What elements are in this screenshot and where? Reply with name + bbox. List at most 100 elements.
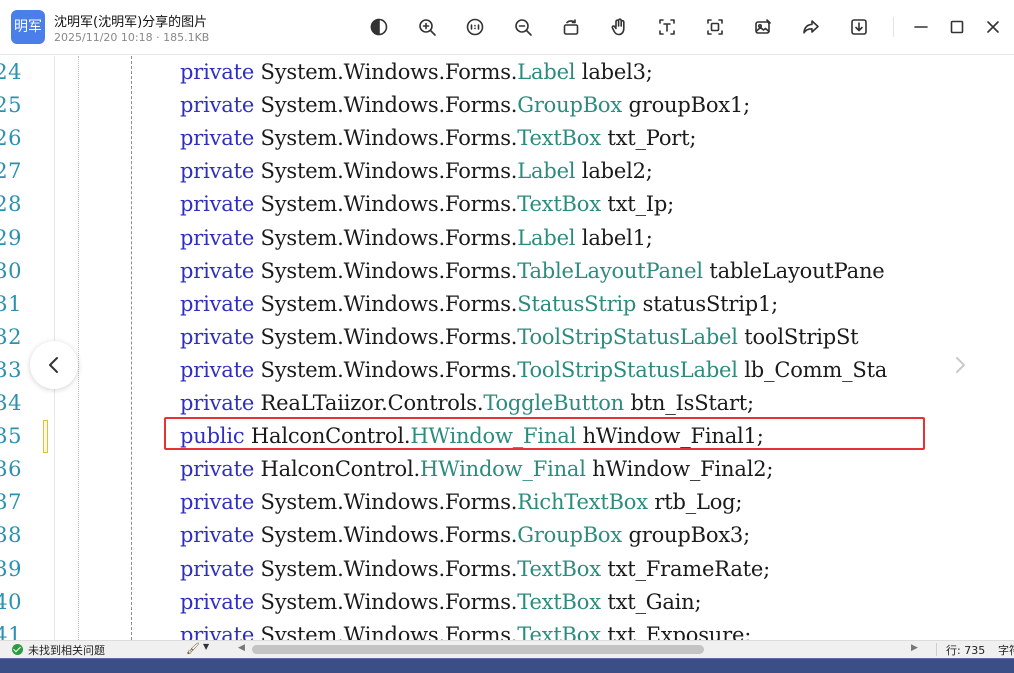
code-editor[interactable]: 24 25 26 27 28 29 30 31 32 33 34 35 36 37 38 39 40 41 priv… xyxy=(0,56,1014,640)
code-text: System.Windows.Forms. xyxy=(254,490,518,515)
code-type: RichTextBox xyxy=(517,490,648,515)
indent-guide xyxy=(78,56,79,640)
scrollbar-thumb[interactable] xyxy=(252,645,704,654)
file-meta: 2025/11/20 10:18 · 185.1KB xyxy=(54,31,210,44)
code-line[interactable]: private System.Windows.Forms.TextBox txt… xyxy=(180,192,674,216)
code-text: System.Windows.Forms. xyxy=(254,589,518,614)
code-type: HWindow_Final xyxy=(419,457,586,482)
code-type: TextBox xyxy=(517,556,601,581)
actual-size-icon[interactable] xyxy=(463,15,487,39)
line-number: 31 xyxy=(0,291,22,316)
line-number: 28 xyxy=(0,192,22,217)
code-text: rtb_Log; xyxy=(647,490,743,515)
line-number: 41 xyxy=(0,622,22,640)
code-keyword: private xyxy=(180,60,255,84)
line-number: 26 xyxy=(0,126,22,151)
line-number: 29 xyxy=(0,225,22,250)
code-text: System.Windows.Forms. xyxy=(254,126,518,151)
code-line[interactable]: private System.Windows.Forms.ToolStripSt… xyxy=(180,358,887,382)
code-text: tableLayoutPane xyxy=(702,258,885,283)
code-line[interactable]: private System.Windows.Forms.Label label… xyxy=(180,226,653,250)
code-text: txt_Ip; xyxy=(600,192,674,217)
code-text: System.Windows.Forms. xyxy=(254,357,518,382)
code-text: System.Windows.Forms. xyxy=(254,192,518,217)
circle-half-icon[interactable] xyxy=(367,15,391,39)
code-text: ReaLTaiizor.Controls. xyxy=(254,391,484,415)
code-type: GroupBox xyxy=(517,523,623,548)
previous-image-button[interactable] xyxy=(30,341,78,389)
code-text: txt_Gain; xyxy=(600,589,702,614)
code-line[interactable]: private System.Windows.Forms.TextBox txt… xyxy=(180,589,702,614)
share-icon[interactable] xyxy=(799,15,823,39)
download-icon[interactable] xyxy=(847,15,871,39)
line-number: 33 xyxy=(0,357,22,382)
issues-status[interactable]: 未找到相关问题 xyxy=(28,642,105,658)
code-keyword: public xyxy=(180,424,245,449)
code-keyword: private xyxy=(180,556,255,581)
code-line[interactable]: private ReaLTaiizor.Controls.ToggleButto… xyxy=(180,391,754,415)
line-number: 39 xyxy=(0,556,22,581)
line-number: 35 xyxy=(0,424,22,449)
code-line[interactable]: private HalconControl.HWindow_Final hWin… xyxy=(180,457,773,481)
highlighted-code-line[interactable]: public HalconControl.HWindow_Final hWind… xyxy=(180,424,764,448)
code-text: statusStrip1; xyxy=(636,291,779,316)
code-text: System.Windows.Forms. xyxy=(254,225,518,250)
code-keyword: private xyxy=(180,291,255,316)
code-text: hWindow_Final1; xyxy=(576,424,764,449)
code-keyword: private xyxy=(180,622,255,640)
code-line[interactable]: private System.Windows.Forms.GroupBox gr… xyxy=(180,93,750,117)
scroll-left-icon[interactable]: ◀ xyxy=(238,643,245,653)
code-keyword: private xyxy=(180,490,255,515)
code-line[interactable]: private System.Windows.Forms.RichTextBox… xyxy=(180,490,742,514)
text-recognition-icon[interactable] xyxy=(655,15,679,39)
code-keyword: private xyxy=(180,589,255,614)
code-line[interactable]: private System.Windows.Forms.StatusStrip… xyxy=(180,292,778,316)
code-text: txt_Exposure; xyxy=(600,622,752,640)
check-circle-icon xyxy=(12,644,23,655)
code-keyword: private xyxy=(180,225,255,250)
line-number: 38 xyxy=(0,523,22,548)
chevron-down-icon[interactable]: ▼ xyxy=(203,642,209,651)
code-line[interactable]: private System.Windows.Forms.Label label… xyxy=(180,60,653,84)
code-text: System.Windows.Forms. xyxy=(254,258,518,283)
edit-image-icon[interactable] xyxy=(751,15,775,39)
scroll-right-icon[interactable]: ▶ xyxy=(911,643,918,653)
code-text: HalconControl. xyxy=(254,457,421,482)
rotate-icon[interactable] xyxy=(559,15,583,39)
line-number: 34 xyxy=(0,391,22,415)
code-keyword: private xyxy=(180,457,255,482)
next-image-button[interactable] xyxy=(936,341,984,389)
code-type: ToolStripStatusLabel xyxy=(517,357,738,382)
code-line[interactable]: private System.Windows.Forms.GroupBox gr… xyxy=(180,523,750,547)
line-number: 27 xyxy=(0,159,22,184)
close-icon[interactable] xyxy=(981,15,1005,39)
zoom-out-icon[interactable] xyxy=(511,15,535,39)
code-line[interactable]: private System.Windows.Forms.Label label… xyxy=(180,159,653,183)
line-number: 32 xyxy=(0,324,22,349)
code-type: TableLayoutPanel xyxy=(517,258,703,283)
brush-icon[interactable]: 🖌 xyxy=(186,642,200,655)
code-keyword: private xyxy=(180,159,255,184)
indent-guide xyxy=(131,56,132,640)
code-line[interactable]: private System.Windows.Forms.TextBox txt… xyxy=(180,126,696,150)
code-text: System.Windows.Forms. xyxy=(254,324,518,349)
code-line[interactable]: private System.Windows.Forms.TableLayout… xyxy=(180,259,885,283)
maximize-icon[interactable] xyxy=(945,15,969,39)
code-text: groupBox1; xyxy=(622,93,750,118)
code-text: System.Windows.Forms. xyxy=(254,291,518,316)
code-keyword: private xyxy=(180,357,255,382)
line-indicator: 行: 735 xyxy=(946,644,986,657)
code-keyword: private xyxy=(180,93,255,118)
code-type: ToggleButton xyxy=(483,391,624,415)
toolbar-divider xyxy=(893,17,894,37)
window-bottom-strip xyxy=(0,658,1014,673)
code-type: Label xyxy=(517,225,576,250)
hand-icon[interactable] xyxy=(607,15,631,39)
zoom-in-icon[interactable] xyxy=(415,15,439,39)
code-line[interactable]: private System.Windows.Forms.TextBox txt… xyxy=(180,623,751,640)
code-line[interactable]: private System.Windows.Forms.ToolStripSt… xyxy=(180,324,859,349)
code-line[interactable]: private System.Windows.Forms.TextBox txt… xyxy=(180,557,770,581)
screenshot-icon[interactable] xyxy=(703,15,727,39)
minimize-icon[interactable] xyxy=(909,15,933,39)
code-text: lb_Comm_Sta xyxy=(737,357,888,382)
